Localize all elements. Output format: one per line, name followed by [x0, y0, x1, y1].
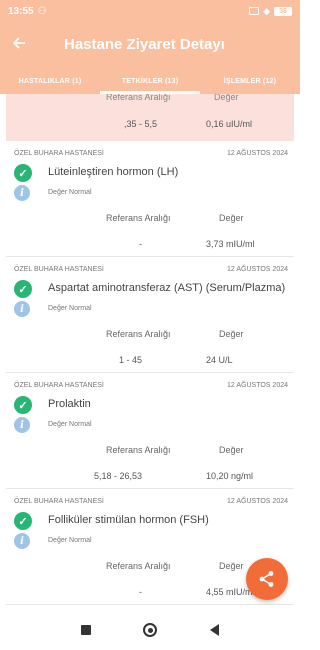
value-label: Değer: [219, 561, 244, 571]
info-icon[interactable]: i: [14, 533, 30, 549]
test-name: Aspartat aminotransferaz (AST) (Serum/Pl…: [48, 282, 286, 294]
hospital-name: ÖZEL BUHARA HASTANESİ: [14, 382, 104, 389]
app-header: Hastane Ziyaret Detayı: [0, 22, 300, 66]
home-icon[interactable]: [143, 623, 158, 637]
share-icon: [259, 571, 274, 587]
recent-apps-icon[interactable]: [81, 625, 92, 635]
reference-range: 5,18 - 26,53: [93, 471, 142, 481]
test-value: 10,20 ng/ml: [206, 471, 254, 481]
list-item[interactable]: Referans Aralığı Değer ,35 - 5,5 0,16 uI…: [6, 94, 294, 141]
sim-icon: [249, 7, 260, 15]
status-time: 13:55: [8, 5, 34, 17]
status-text: Değer Normal: [48, 305, 92, 312]
reference-range: -: [139, 239, 142, 249]
reference-range-label: Referans Aralığı: [106, 561, 171, 571]
wifi-icon: ◆: [263, 5, 270, 16]
share-button[interactable]: [246, 558, 288, 600]
status-text: Değer Normal: [48, 189, 92, 196]
reference-range-label: Referans Aralığı: [106, 445, 171, 455]
test-name: Prolaktin: [48, 398, 91, 410]
reference-range: -: [139, 587, 142, 597]
reference-range: 1 - 45: [118, 355, 142, 365]
system-navigation-bar: [0, 610, 300, 650]
test-date: 12 AĞUSTOS 2024: [227, 150, 288, 157]
hospital-name: ÖZEL BUHARA HASTANESİ: [14, 150, 104, 157]
test-date: 12 AĞUSTOS 2024: [227, 382, 288, 389]
usb-icon: ⚇: [37, 5, 47, 17]
tab-bar: HASTALIKLAR (1) TETKİKLER (13) İŞLEMLER …: [0, 66, 300, 94]
status-text: Değer Normal: [48, 421, 92, 428]
tab-diseases[interactable]: HASTALIKLAR (1): [0, 76, 100, 85]
back-icon[interactable]: [209, 624, 219, 636]
list-item[interactable]: ÖZEL BUHARA HASTANESİ 12 AĞUSTOS 2024 ✓ …: [6, 257, 294, 373]
value-label: Değer: [219, 329, 244, 339]
check-icon: ✓: [14, 164, 32, 182]
reference-range-label: Referans Aralığı: [106, 213, 171, 223]
test-value: 24 U/L: [206, 355, 233, 365]
check-icon: ✓: [14, 280, 32, 298]
hospital-name: ÖZEL BUHARA HASTANESİ: [14, 498, 104, 505]
info-icon[interactable]: i: [14, 185, 30, 201]
value-label: Değer: [219, 213, 244, 223]
test-date: 12 AĞUSTOS 2024: [227, 266, 288, 273]
test-value: 4,55 mIU/ml: [206, 587, 255, 597]
battery-icon: 36: [274, 6, 292, 16]
hospital-name: ÖZEL BUHARA HASTANESİ: [14, 266, 104, 273]
check-icon: ✓: [14, 396, 32, 414]
status-icons: ◆ 36: [249, 6, 292, 17]
tab-procedures[interactable]: İŞLEMLER (12): [200, 76, 300, 85]
page-title: Hastane Ziyaret Detayı: [64, 35, 225, 53]
test-value: 3,73 mIU/ml: [206, 239, 255, 249]
reference-range-label: Referans Aralığı: [106, 329, 171, 339]
value-label: Değer: [219, 445, 244, 455]
info-icon[interactable]: i: [14, 301, 30, 317]
back-arrow-icon[interactable]: [12, 34, 36, 55]
check-icon: ✓: [14, 512, 32, 530]
top-app-area: 13:55 ⚇ ◆ 36 Hastane Ziyaret Detayı HAST…: [0, 0, 300, 94]
reference-range: ,35 - 5,5: [124, 119, 158, 129]
list-item[interactable]: ÖZEL BUHARA HASTANESİ 12 AĞUSTOS 2024 ✓ …: [6, 141, 294, 257]
status-bar: 13:55 ⚇ ◆ 36: [0, 0, 300, 22]
test-name: Lüteinleştiren hormon (LH): [48, 166, 179, 178]
reference-range-row: 1 - 45: [6, 355, 280, 365]
test-value: 0,16 uIU/ml: [206, 119, 253, 129]
info-icon[interactable]: i: [14, 417, 30, 433]
test-list[interactable]: Referans Aralığı Değer ,35 - 5,5 0,16 uI…: [0, 94, 300, 610]
status-text: Değer Normal: [48, 537, 92, 544]
reference-range-label: Referans Aralığı: [106, 94, 171, 102]
test-date: 12 AĞUSTOS 2024: [227, 498, 288, 505]
value-label: Değer: [214, 94, 239, 102]
list-item[interactable]: ÖZEL BUHARA HASTANESİ 12 AĞUSTOS 2024 ✓ …: [6, 373, 294, 489]
test-name: Folliküler stimülan hormon (FSH): [48, 514, 209, 526]
tab-tests[interactable]: TETKİKLER (13): [100, 76, 200, 85]
